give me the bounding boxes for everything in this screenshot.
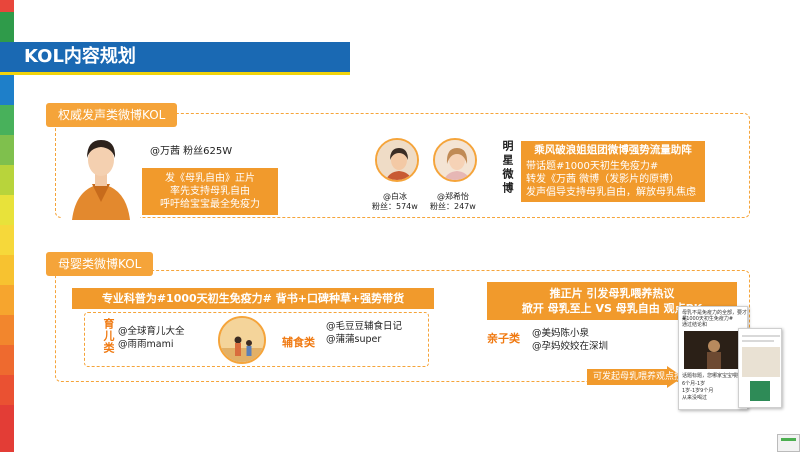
star-line: 发声倡导支持母乳自由，解放母乳焦虑 [526,187,696,198]
color-strip-segment [0,375,14,405]
section2-tab: 母婴类微博KOL [46,252,154,276]
star-weibo-label: 明星微博 [501,140,514,196]
category-label-parenting: 育儿类 [102,318,115,354]
color-strip-segment [0,75,14,105]
weibo-screenshot-2 [738,328,782,408]
food-account: @蒲蒲super [326,334,382,345]
color-strip-segment [0,285,14,315]
color-strip-segment [0,135,14,165]
main-kol-box-line: 发《母乳自由》正片 [165,173,255,184]
main-kol-box: 发《母乳自由》正片 率先支持母乳自由 呼吁给宝宝最全免疫力 [142,168,278,215]
parenting-account: @全球育儿大全 [118,326,185,337]
placeholder-line [742,335,780,337]
star-line: 转发《万茜 微博（发影片的原博） [526,174,680,185]
corner-thumbnail [777,434,800,452]
weibo-screenshot-1-text: 话题标题，您哪家宝宝喂奶 [682,373,743,379]
main-kol-box-line: 率先支持母乳自由 [170,186,250,197]
main-kol-photo [62,128,140,220]
color-strip-segment [0,345,14,375]
color-strip-segment [0,255,14,285]
family-account: @美妈陈小泉 [532,328,590,339]
weibo-screenshot-1-text: 通过结论和 [682,322,708,328]
weibo-screenshot-1-text: 1岁-1岁9个月 [682,388,714,394]
color-strip-segment [0,12,14,42]
corner-thumbnail-bar [781,438,796,441]
section2-banner-left: 专业科普为#1000天初生免疫力# 背书+口碑种草+强势带货 [72,288,434,309]
weibo-screenshot-1-image [684,331,744,369]
color-strip-segment [0,225,14,255]
placeholder-line [742,340,774,342]
title-underline [0,72,350,75]
color-strip-segment [0,195,14,225]
color-strip-segment [0,105,14,135]
family-account: @孕妈姣姣在深圳 [532,341,609,352]
food-account: @毛豆豆辅食日记 [326,321,403,332]
color-strip-segment [0,165,14,195]
slide: KOL内容规划 权威发声类微博KOL @万茜 粉丝625W 发《母乳自由》正片 … [0,0,800,452]
main-kol-name: @万茜 粉丝625W [150,146,233,157]
kol-avatar-baibing [375,138,419,182]
parenting-account: @雨雨mami [118,339,174,350]
main-kol-box-line: 呼吁给宝宝最全免疫力 [160,199,260,210]
qr-code-icon [750,381,770,401]
star-line: 带话题#1000天初生免疫力# [526,161,659,172]
section2-banner-right-line: 推正片 引发母乳喂养热议 [549,287,675,300]
category-label-complementary-food: 辅食类 [282,336,315,349]
family-photo [218,316,266,364]
color-strip-segment [0,0,14,12]
weibo-screenshot-1-text: 从来没喝过 [682,395,708,401]
kol-avatar-zhengxiyi [433,138,477,182]
kol-fans-zhengxiyi: 粉丝：247w [430,202,476,211]
page-title: KOL内容规划 [24,46,136,67]
kol-fans-baibing: 粉丝：574w [372,202,418,211]
color-strip-segment [0,315,14,345]
color-strip-segment [0,405,14,452]
kol-name-zhengxiyi: @郑希怡 [437,192,469,201]
star-lines-box: 带话题#1000天初生免疫力# 转发《万茜 微博（发影片的原博） 发声倡导支持母… [521,157,705,202]
screenshot-image [742,347,780,377]
kol-name-baibing: @白冰 [383,192,407,201]
weibo-screenshot-1-text: 6个月-1岁 [682,381,706,387]
section1-tab: 权威发声类微博KOL [46,103,178,127]
category-label-family: 亲子类 [487,332,520,345]
weibo-screenshot-1-img [684,331,744,369]
